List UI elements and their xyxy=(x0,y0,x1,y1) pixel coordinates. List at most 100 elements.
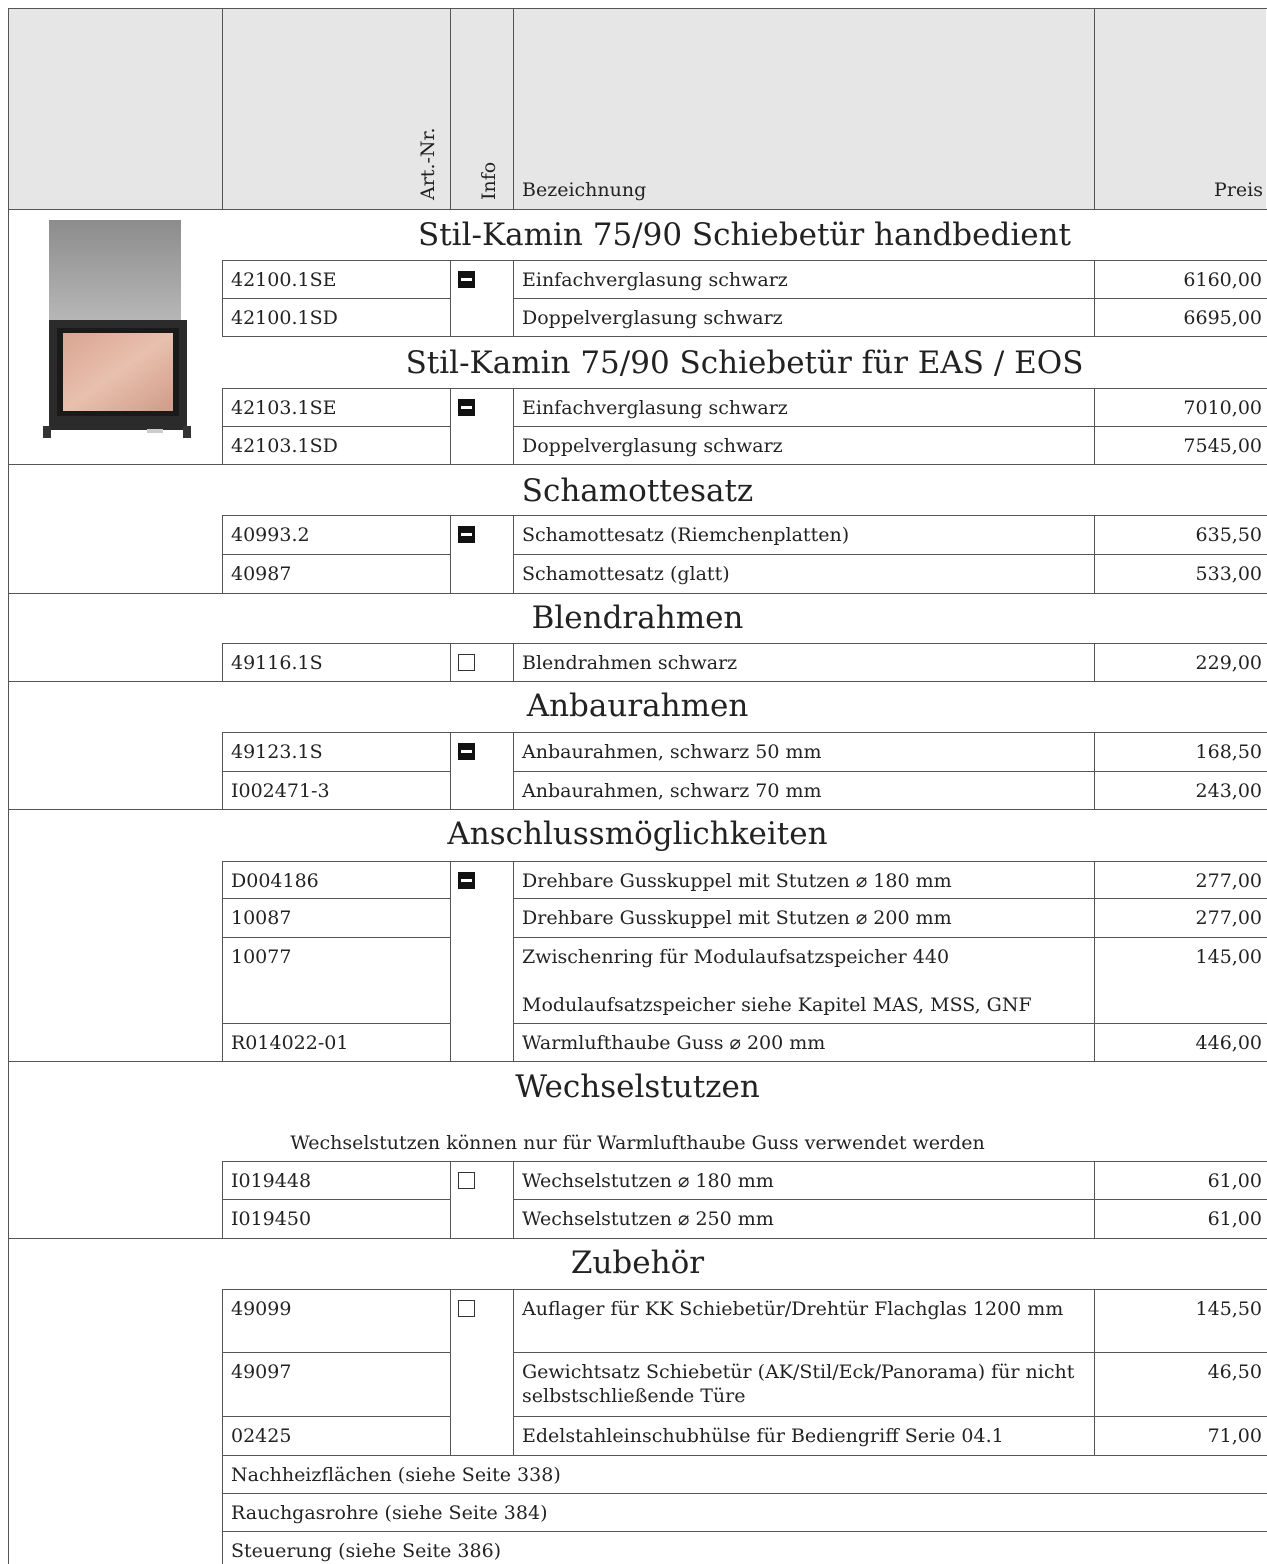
rule-line xyxy=(450,643,451,681)
table-row-preis: 277,00 xyxy=(1195,870,1262,892)
rule-line xyxy=(222,336,1094,337)
rule-line xyxy=(450,861,451,1061)
info-icon[interactable] xyxy=(458,743,475,760)
link-steuerung[interactable]: Steuerung (siehe Seite 386) xyxy=(223,1532,1267,1563)
table-row-preis: 6695,00 xyxy=(1183,307,1262,329)
rule-line xyxy=(8,8,9,1564)
rule-line xyxy=(450,1289,451,1455)
rule-line xyxy=(513,298,1094,299)
info-icon[interactable] xyxy=(458,526,475,543)
table-row-artnr: D004186 xyxy=(231,870,319,892)
table-row-bezeichnung: Schamottesatz (Riemchenplatten) xyxy=(522,524,850,546)
rule-line xyxy=(8,209,1267,210)
table-row-bezeichnung: Anbaurahmen, schwarz 70 mm xyxy=(522,780,822,802)
rule-line xyxy=(513,732,514,809)
rule-line xyxy=(222,388,223,464)
info-icon[interactable] xyxy=(458,271,475,288)
rule-line xyxy=(1094,1352,1267,1353)
table-row-artnr: 42103.1SD xyxy=(231,435,338,457)
rule-line xyxy=(222,1455,1267,1456)
rule-line xyxy=(450,388,451,464)
rule-line xyxy=(1094,515,1267,516)
rule-line xyxy=(1094,298,1267,299)
rule-line xyxy=(1094,861,1095,1061)
link-nachheizflaechen[interactable]: Nachheizflächen (siehe Seite 338) xyxy=(223,1456,1267,1487)
table-row-artnr: 49116.1S xyxy=(231,652,323,674)
rule-line xyxy=(1094,1061,1267,1062)
rule-line xyxy=(513,1416,1094,1417)
rule-line xyxy=(513,643,514,681)
table-row-bezeichnung: Edelstahleinschubhülse für Bediengriff S… xyxy=(522,1425,1004,1447)
rule-line xyxy=(222,388,1094,389)
table-row-artnr: 40987 xyxy=(231,563,292,585)
rule-line xyxy=(513,937,1094,938)
rule-line xyxy=(222,1161,223,1238)
table-row-artnr: 42100.1SD xyxy=(231,307,338,329)
table-row-bezeichnung: Blendrahmen schwarz xyxy=(522,652,738,674)
table-row-preis: 243,00 xyxy=(1195,780,1262,802)
table-row-artnr: 40993.2 xyxy=(231,524,310,546)
table-row-preis: 635,50 xyxy=(1195,524,1262,546)
rule-line xyxy=(1094,937,1267,938)
table-row-preis: 61,00 xyxy=(1207,1170,1262,1192)
rule-line xyxy=(1094,643,1267,644)
rule-line xyxy=(1094,1161,1267,1162)
rule-line xyxy=(222,1416,450,1417)
table-row-artnr: 42103.1SE xyxy=(231,397,337,419)
info-icon[interactable] xyxy=(458,399,475,416)
rule-line xyxy=(222,861,1094,862)
header-preis: Preis xyxy=(1214,179,1263,201)
rule-line xyxy=(1094,554,1267,555)
table-row-artnr: 49097 xyxy=(231,1361,292,1383)
rule-line xyxy=(222,1199,450,1200)
table-row-preis: 7010,00 xyxy=(1183,397,1262,419)
rule-line xyxy=(8,1061,1267,1062)
rule-line xyxy=(222,515,223,593)
table-row-bezeichnung: Zwischenring für Modulaufsatzspeicher 44… xyxy=(522,946,950,968)
rule-line xyxy=(8,593,1267,594)
rule-line xyxy=(513,898,1094,899)
rule-line xyxy=(1094,388,1267,389)
table-row-artnr: 10077 xyxy=(231,946,292,968)
table-row-artnr: 49123.1S xyxy=(231,741,323,763)
rule-line xyxy=(222,1531,1267,1532)
info-icon[interactable] xyxy=(458,872,475,889)
rule-line xyxy=(1094,681,1267,682)
section-title-kamin-eas: Stil-Kamin 75/90 Schiebetür für EAS / EO… xyxy=(405,345,1084,381)
rule-line xyxy=(1094,898,1267,899)
rule-line xyxy=(1094,260,1267,261)
section-title-wechselstutzen: Wechselstutzen xyxy=(515,1069,760,1105)
rule-line xyxy=(1094,771,1267,772)
link-rauchgasrohre[interactable]: Rauchgasrohre (siehe Seite 384) xyxy=(223,1494,1267,1525)
rule-line xyxy=(513,388,514,464)
rule-line xyxy=(450,732,451,809)
rule-line xyxy=(1094,426,1267,427)
rule-line xyxy=(8,464,1267,465)
rule-line xyxy=(222,260,223,336)
table-row-bezeichnung: Drehbare Gusskuppel mit Stutzen ⌀ 200 mm xyxy=(522,907,952,929)
rule-line xyxy=(513,861,514,1061)
rule-line xyxy=(513,1352,1094,1353)
rule-line xyxy=(450,260,451,336)
rule-line xyxy=(513,1289,514,1455)
rule-line xyxy=(513,8,514,209)
rule-line xyxy=(222,1289,223,1455)
rule-line xyxy=(513,1161,514,1238)
rule-line xyxy=(8,809,1267,810)
info-icon[interactable] xyxy=(458,654,475,671)
header-artnr: Art.-Nr. xyxy=(417,127,439,200)
table-row-artnr: 02425 xyxy=(231,1425,292,1447)
rule-line xyxy=(222,732,1094,733)
table-row-bezeichnung: Schamottesatz (glatt) xyxy=(522,563,730,585)
table-row-artnr: I002471-3 xyxy=(231,780,330,802)
header-bezeichnung: Bezeichnung xyxy=(522,179,647,201)
info-icon[interactable] xyxy=(458,1300,475,1317)
table-row-bezeichnung: Einfachverglasung schwarz xyxy=(522,269,788,291)
rule-line xyxy=(450,515,451,593)
rule-line xyxy=(1094,1199,1267,1200)
table-row-preis: 145,50 xyxy=(1195,1298,1262,1320)
table-row-bezeichnung: Gewichtsatz Schiebetür (AK/Stil/Eck/Pano… xyxy=(522,1361,1075,1407)
rule-line xyxy=(222,1289,1094,1290)
info-icon[interactable] xyxy=(458,1172,475,1189)
rule-line xyxy=(222,515,1094,516)
